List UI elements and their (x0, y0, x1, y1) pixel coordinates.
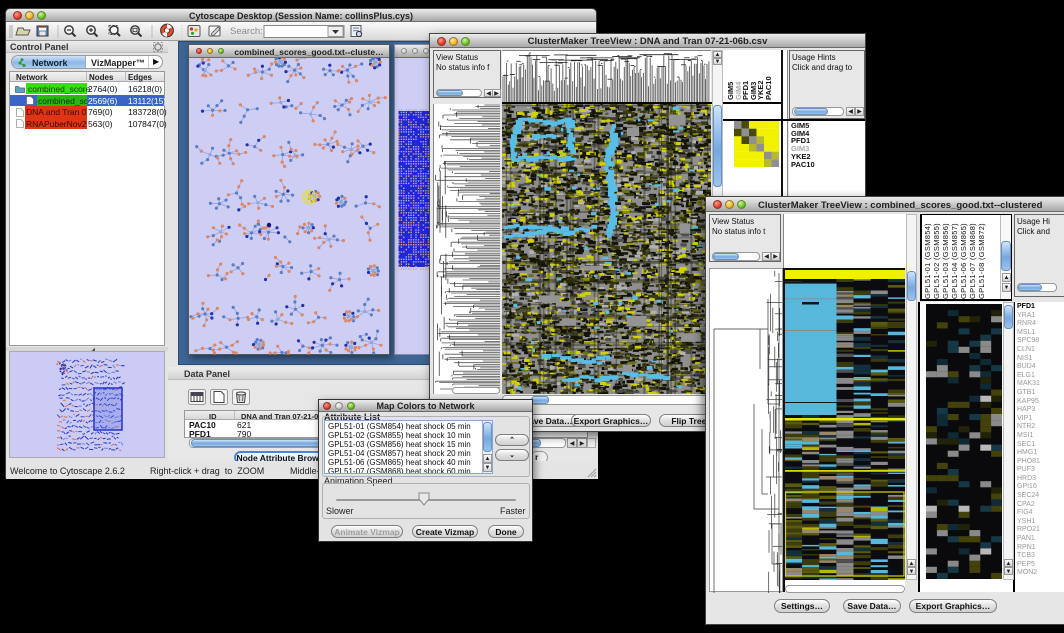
svg-text:Search:: Search: (230, 26, 263, 37)
